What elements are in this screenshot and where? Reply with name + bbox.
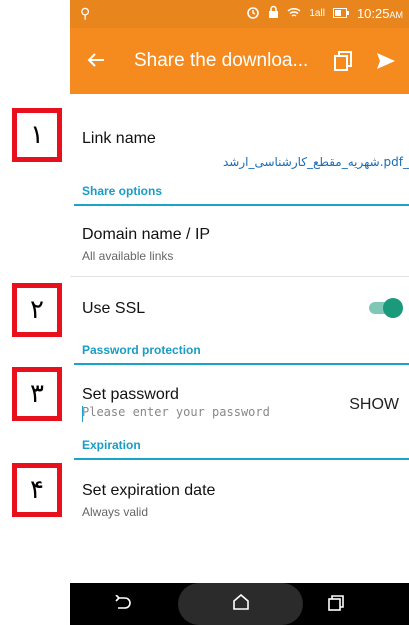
status-icons: 1all 10:25AM (246, 5, 403, 22)
ssl-title: Use SSL (82, 300, 146, 317)
text-caret (82, 406, 83, 422)
divider (70, 276, 409, 277)
ssl-item[interactable]: Use SSL (82, 300, 409, 318)
domain-subtitle: All available links (82, 249, 174, 263)
password-input[interactable] (82, 405, 312, 419)
battery-icon (332, 6, 349, 21)
back-arrow-icon[interactable] (74, 49, 118, 74)
nav-home-icon (232, 593, 250, 614)
section-expiration: Expiration (74, 438, 409, 460)
app-bar: Share the downloa... (70, 28, 409, 94)
toggle-knob (383, 298, 403, 318)
nav-back-icon[interactable] (114, 594, 132, 615)
expiration-subtitle: Always valid (82, 505, 149, 519)
marker-4: ۴ (12, 463, 62, 517)
marker-1: ١ (12, 108, 62, 162)
phone-screen: ⚲ 1all 10:25AM Share the downloa... Link… (70, 0, 409, 625)
annotation-markers: ١ ٢ ٣ ۴ (0, 0, 70, 625)
lock-icon (268, 5, 279, 22)
navigation-bar (70, 583, 409, 625)
marker-3: ٣ (12, 367, 62, 421)
nav-home-button[interactable] (178, 583, 303, 625)
show-password-button[interactable]: SHOW (349, 396, 399, 414)
ssl-toggle[interactable] (367, 298, 403, 318)
marker-2: ٢ (12, 283, 62, 337)
domain-title: Domain name / IP (82, 226, 211, 243)
wifi-icon (287, 6, 301, 22)
domain-item[interactable]: Domain name / IP All available links (82, 226, 409, 263)
status-time: 10:25AM (356, 6, 403, 21)
section-share-options: Share options (74, 184, 409, 206)
signal-icon: 1all (309, 8, 325, 19)
copy-icon[interactable] (323, 51, 363, 71)
usb-icon: ⚲ (80, 5, 91, 21)
expiration-title: Set expiration date (82, 482, 216, 499)
app-title: Share the downloa... (134, 50, 309, 71)
nav-recent-icon[interactable] (328, 595, 344, 615)
link-filename: شهریه_مقطع_کارشناسی_ارشد.pdf_ (222, 155, 409, 169)
send-icon[interactable] (363, 52, 409, 70)
expiration-item[interactable]: Set expiration date Always valid (82, 482, 409, 519)
alarm-icon (246, 5, 260, 22)
link-name-item[interactable]: Link name (82, 130, 409, 148)
section-password-protection: Password protection (74, 343, 409, 365)
link-name-title: Link name (82, 130, 156, 147)
status-bar: ⚲ 1all 10:25AM (70, 0, 409, 28)
